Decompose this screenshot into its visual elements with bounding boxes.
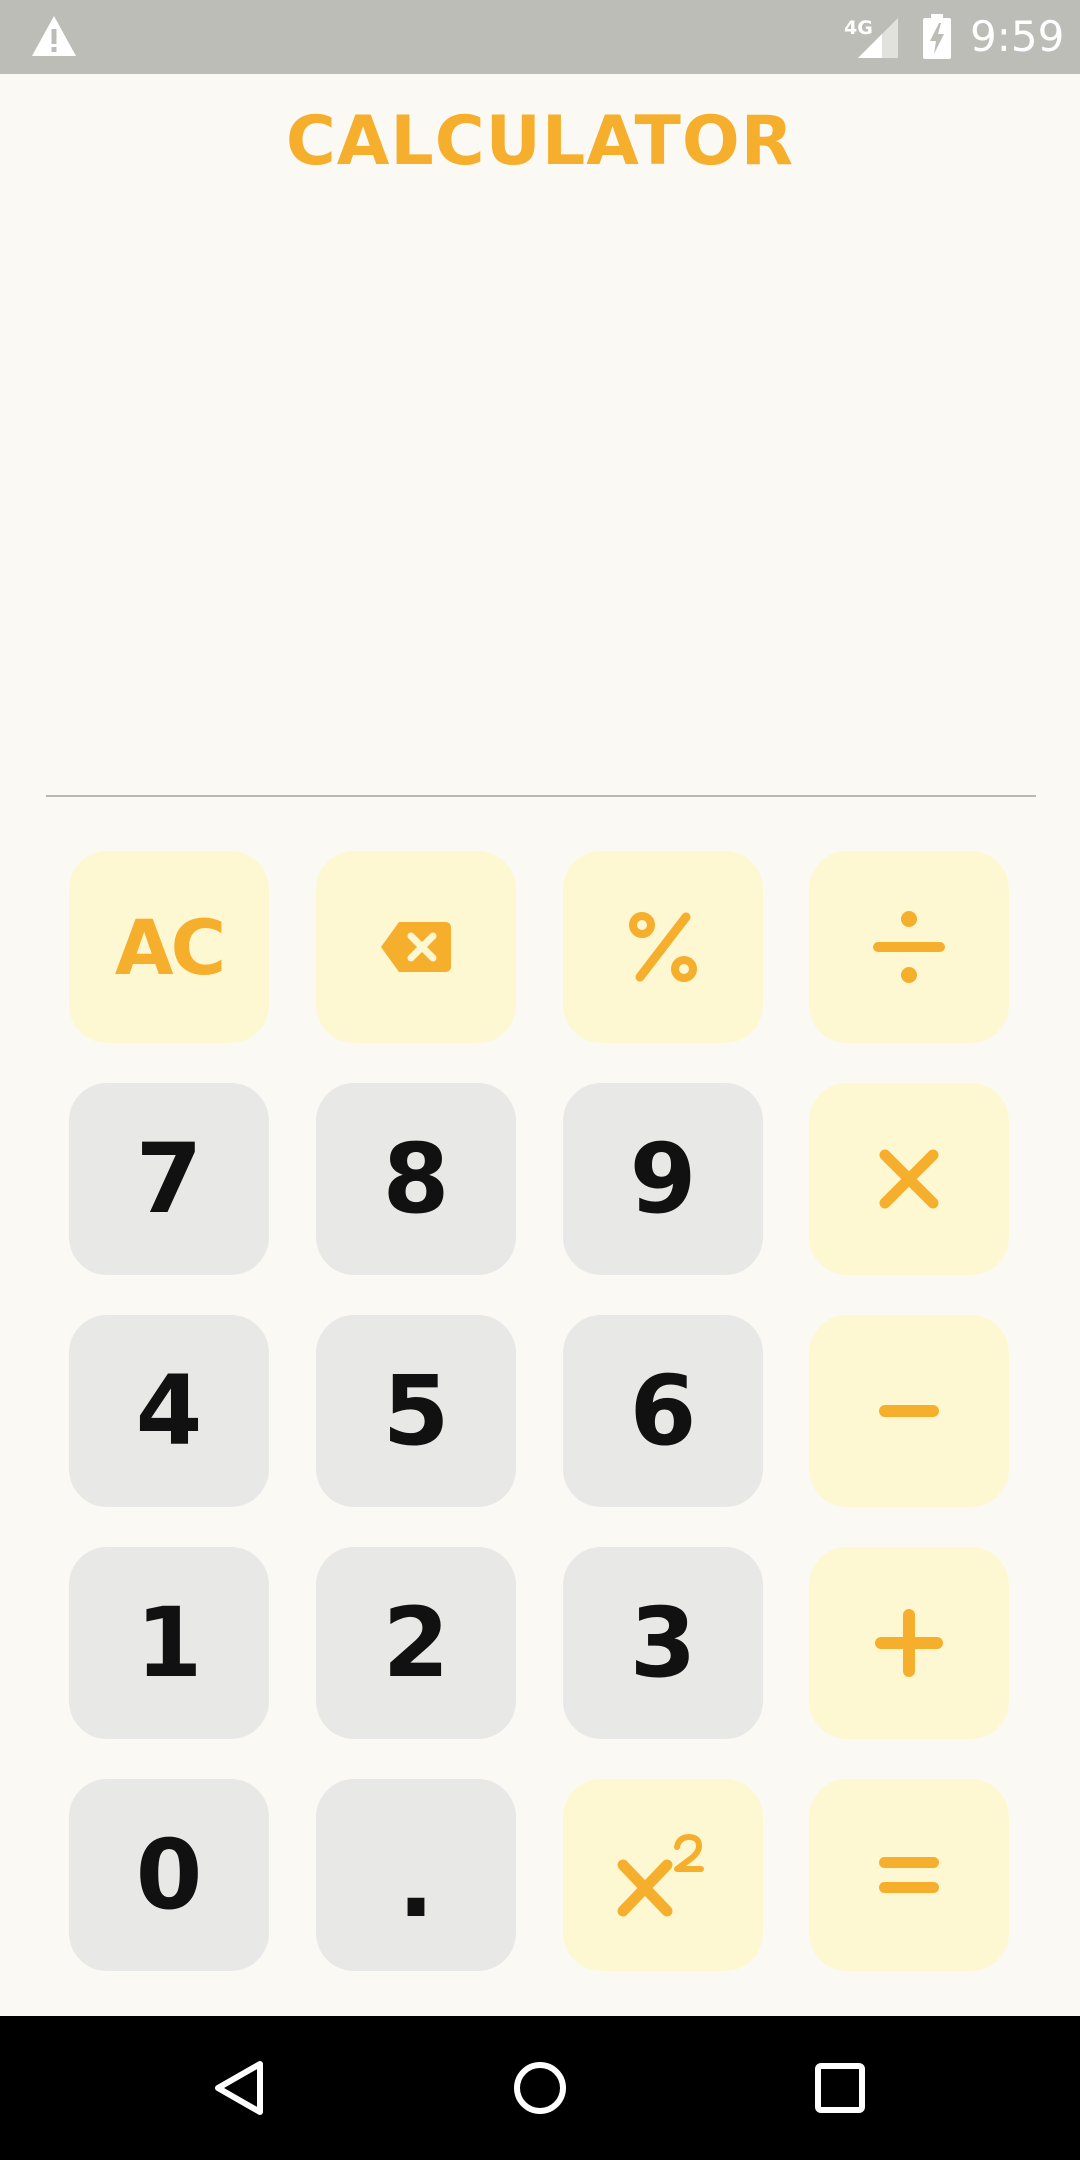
cell-signal-icon: 4G xyxy=(844,14,900,60)
backspace-icon xyxy=(381,922,451,972)
decimal-button[interactable]: . xyxy=(316,1779,516,1971)
digit-7-button[interactable]: 7 xyxy=(69,1083,269,1275)
digit-3-button[interactable]: 3 xyxy=(563,1547,763,1739)
recents-icon xyxy=(815,2063,865,2113)
back-icon xyxy=(215,2061,263,2115)
calculator-display xyxy=(46,190,1036,790)
digit-8-button[interactable]: 8 xyxy=(316,1083,516,1275)
nav-recents-button[interactable] xyxy=(790,2038,890,2138)
digit-2-label: 2 xyxy=(382,1587,450,1699)
all-clear-button[interactable]: AC xyxy=(69,851,269,1043)
status-time: 9:59 xyxy=(970,12,1065,61)
plus-icon xyxy=(875,1609,943,1677)
digit-2-button[interactable]: 2 xyxy=(316,1547,516,1739)
nav-back-button[interactable] xyxy=(190,2038,290,2138)
x-squared-icon xyxy=(617,1834,704,1917)
percent-icon xyxy=(629,912,697,982)
app-title: CALCULATOR xyxy=(285,102,795,181)
subtract-button[interactable] xyxy=(809,1315,1009,1507)
warning-icon xyxy=(32,16,76,56)
digit-8-label: 8 xyxy=(382,1123,450,1235)
digit-4-button[interactable]: 4 xyxy=(69,1315,269,1507)
digit-4-label: 4 xyxy=(135,1355,203,1467)
digit-0-button[interactable]: 0 xyxy=(69,1779,269,1971)
equals-button[interactable] xyxy=(809,1779,1009,1971)
percent-button[interactable] xyxy=(563,851,763,1043)
multiply-button[interactable] xyxy=(809,1083,1009,1275)
divide-icon xyxy=(873,911,945,983)
digit-1-label: 1 xyxy=(135,1587,203,1699)
all-clear-label: AC xyxy=(114,902,227,992)
digit-9-button[interactable]: 9 xyxy=(563,1083,763,1275)
decimal-label: . xyxy=(397,1827,435,1939)
home-icon xyxy=(514,2062,566,2114)
digit-7-label: 7 xyxy=(135,1123,203,1235)
digit-5-label: 5 xyxy=(382,1355,450,1467)
digit-5-button[interactable]: 5 xyxy=(316,1315,516,1507)
minus-icon xyxy=(879,1405,939,1417)
equals-icon xyxy=(879,1857,939,1893)
backspace-button[interactable] xyxy=(316,851,516,1043)
digit-3-label: 3 xyxy=(629,1587,697,1699)
digit-6-button[interactable]: 6 xyxy=(563,1315,763,1507)
digit-1-button[interactable]: 1 xyxy=(69,1547,269,1739)
battery-charging-icon xyxy=(923,14,951,59)
add-button[interactable] xyxy=(809,1547,1009,1739)
display-divider xyxy=(46,795,1036,797)
digit-9-label: 9 xyxy=(629,1123,697,1235)
status-bar: 4G 9:59 xyxy=(0,0,1080,74)
divide-button[interactable] xyxy=(809,851,1009,1043)
navigation-bar xyxy=(0,2016,1080,2160)
digit-0-label: 0 xyxy=(135,1819,203,1931)
digit-6-label: 6 xyxy=(629,1355,697,1467)
square-button[interactable] xyxy=(563,1779,763,1971)
nav-home-button[interactable] xyxy=(490,2038,590,2138)
multiply-icon xyxy=(879,1149,939,1209)
network-type-label: 4G xyxy=(844,17,873,39)
